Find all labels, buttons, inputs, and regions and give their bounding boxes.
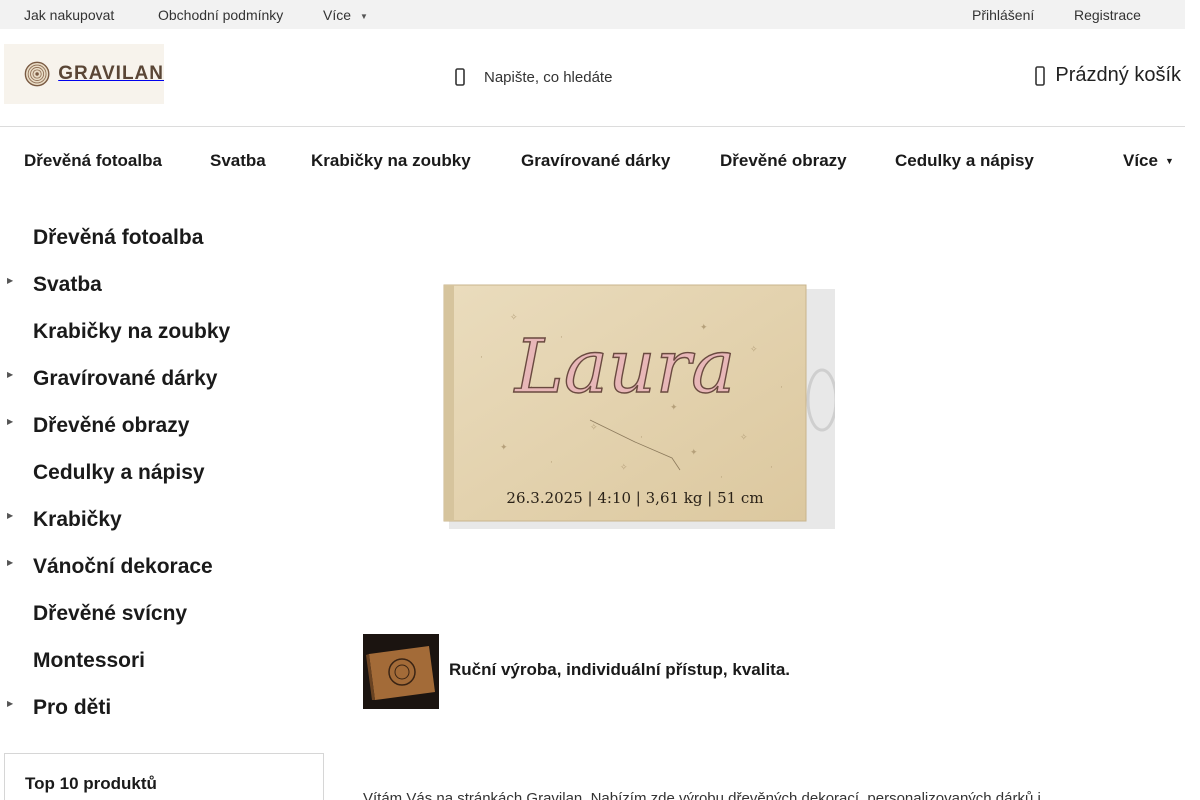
engraved-name: Laura: [513, 324, 735, 410]
svg-text:·: ·: [780, 383, 783, 393]
expand-arrow-icon[interactable]: ▶: [7, 417, 13, 426]
expand-arrow-icon[interactable]: ▶: [7, 370, 13, 379]
sidebar-item-candle-holders[interactable]: Dřevěné svícny: [0, 590, 330, 637]
intro-paragraph: Vítám Vás na stránkách Gravilan. Nabízím…: [363, 790, 1041, 800]
cart-button[interactable]: Prázdný košík: [1035, 64, 1181, 87]
svg-text:✧: ✧: [620, 463, 628, 473]
nav-item-wedding[interactable]: Svatba: [210, 151, 266, 171]
nav-item-signs[interactable]: Cedulky a nápisy: [895, 151, 1034, 171]
feature-text: Ruční výroba, individuální přístup, kval…: [449, 660, 791, 679]
sidebar-item-montessori[interactable]: Montessori: [0, 637, 330, 684]
sidebar-item-christmas[interactable]: ▶ Vánoční dekorace: [0, 543, 330, 590]
wood-rings-icon: [24, 61, 50, 87]
topbar-more-menu[interactable]: Více ▼: [323, 7, 368, 23]
svg-text:✧: ✧: [740, 433, 748, 443]
svg-text:·: ·: [480, 353, 483, 363]
sidebar-item-for-kids[interactable]: ▶ Pro děti: [0, 684, 330, 731]
svg-text:✧: ✧: [750, 345, 758, 355]
sidebar-item-label: Dřevěná fotoalba: [33, 225, 204, 249]
svg-text:·: ·: [550, 458, 553, 468]
svg-text:✦: ✦: [500, 443, 508, 453]
site-logo[interactable]: GRAVILAN: [4, 44, 164, 104]
sidebar-item-label: Krabičky na zoubky: [33, 319, 231, 343]
nav-more-label: Více: [1123, 151, 1158, 170]
sidebar-item-signs[interactable]: Cedulky a nápisy: [0, 449, 330, 496]
nav-item-tooth-boxes[interactable]: Krabičky na zoubky: [311, 151, 471, 171]
expand-arrow-icon[interactable]: ▶: [7, 511, 13, 520]
nav-item-photo-albums[interactable]: Dřevěná fotoalba: [24, 151, 162, 171]
svg-text:·: ·: [770, 463, 773, 473]
sidebar-item-label: Krabičky: [33, 507, 122, 531]
nav-item-wooden-pictures[interactable]: Dřevěné obrazy: [720, 151, 847, 171]
sidebar-item-tooth-boxes[interactable]: Krabičky na zoubky: [0, 308, 330, 355]
svg-text:✧: ✧: [510, 313, 518, 323]
svg-text:·: ·: [720, 473, 723, 483]
sidebar-item-label: Montessori: [33, 648, 146, 672]
sidebar-item-label: Cedulky a nápisy: [33, 460, 205, 484]
sidebar-item-engraved-gifts[interactable]: ▶ Gravírované dárky: [0, 355, 330, 402]
top10-products-box: Top 10 produktů: [4, 753, 324, 800]
search-icon[interactable]: [454, 68, 468, 86]
expand-arrow-icon[interactable]: ▶: [7, 558, 13, 567]
chevron-down-icon: ▼: [1164, 156, 1174, 166]
topbar-more-label: Více: [323, 7, 352, 23]
album-spine: [444, 285, 454, 521]
topbar-link-terms[interactable]: Obchodní podmínky: [158, 7, 283, 23]
chevron-down-icon: ▼: [360, 12, 368, 21]
cart-icon: [1035, 65, 1046, 86]
sidebar-item-label: Dřevěné obrazy: [33, 413, 190, 437]
register-link[interactable]: Registrace: [1074, 7, 1141, 23]
cart-label: Prázdný košík: [1055, 64, 1181, 86]
feature-thumbnail[interactable]: [363, 634, 439, 709]
logo-text: GRAVILAN: [58, 63, 164, 84]
sidebar-item-label: Pro děti: [33, 695, 112, 719]
top-utility-bar: Jak nakupovat Obchodní podmínky Více ▼ Př…: [0, 0, 1185, 29]
svg-text:✦: ✦: [690, 448, 698, 458]
search-box[interactable]: Napište, co hledáte: [454, 62, 612, 92]
sidebar-item-photo-albums[interactable]: Dřevěná fotoalba: [0, 214, 330, 261]
engraved-birth-info: 26.3.2025 | 4:10 | 3,61 kg | 51 cm: [506, 489, 763, 507]
nav-item-more[interactable]: Více ▼: [1123, 151, 1174, 171]
sidebar-item-label: Dřevěné svícny: [33, 601, 188, 625]
login-link[interactable]: Přihlášení: [972, 7, 1034, 23]
expand-arrow-icon[interactable]: ▶: [7, 276, 13, 285]
nav-item-engraved-gifts[interactable]: Gravírované dárky: [521, 151, 670, 171]
svg-text:·: ·: [640, 433, 643, 443]
sidebar-item-wooden-pictures[interactable]: ▶ Dřevěné obrazy: [0, 402, 330, 449]
hero-banner-image[interactable]: ✧·✦ ✧·✧ ·✦✧ ·✦· ✧·✦ ··· Laura 26.3.2025 …: [440, 280, 835, 530]
sidebar-item-boxes[interactable]: ▶ Krabičky: [0, 496, 330, 543]
svg-text:✧: ✧: [590, 423, 598, 433]
top10-title: Top 10 produktů: [25, 774, 157, 793]
category-sidebar: Dřevěná fotoalba ▶ Svatba Krabičky na zo…: [0, 214, 330, 731]
header-divider: [0, 126, 1185, 127]
expand-arrow-icon[interactable]: ▶: [7, 699, 13, 708]
search-input[interactable]: Napište, co hledáte: [484, 69, 612, 86]
sidebar-item-label: Svatba: [33, 272, 102, 296]
topbar-link-how-to-buy[interactable]: Jak nakupovat: [24, 7, 114, 23]
sidebar-item-wedding[interactable]: ▶ Svatba: [0, 261, 330, 308]
sidebar-item-label: Gravírované dárky: [33, 366, 218, 390]
sidebar-item-label: Vánoční dekorace: [33, 554, 213, 578]
